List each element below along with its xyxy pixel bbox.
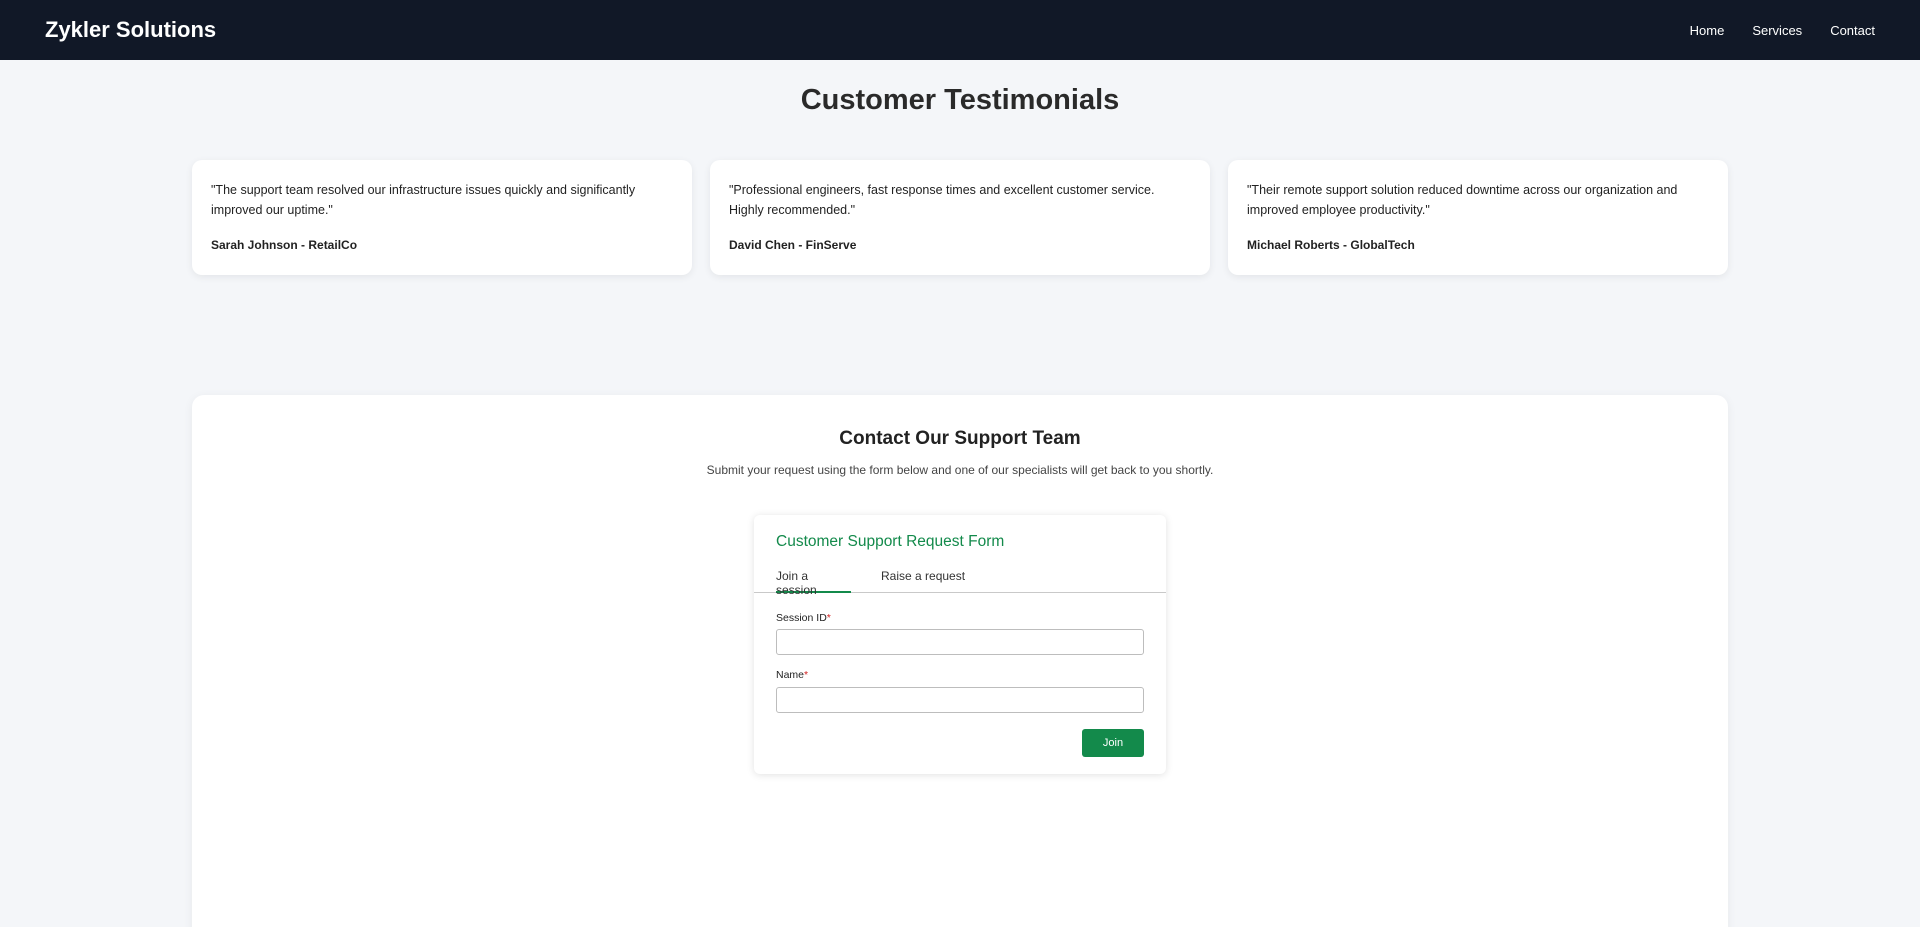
required-mark: * (804, 669, 809, 681)
testimonial-cards: "The support team resolved our infrastru… (192, 160, 1728, 275)
contact-panel: Contact Our Support Team Submit your req… (192, 395, 1728, 927)
testimonials-title: Customer Testimonials (800, 84, 1120, 116)
testimonial-author: Sarah Johnson - RetailCo (211, 238, 358, 252)
join-button[interactable]: Join (1082, 729, 1144, 757)
name-label: Name* (776, 669, 808, 681)
testimonial-quote: "Professional engineers, fast response t… (729, 183, 1155, 217)
nav-link-contact[interactable]: Contact (1830, 23, 1875, 38)
testimonial-quote: "Their remote support solution reduced d… (1247, 183, 1678, 217)
testimonial-card: "Their remote support solution reduced d… (1228, 160, 1728, 275)
support-request-form: Customer Support Request Form Join a ses… (754, 515, 1166, 774)
brand-logo-text[interactable]: Zykler Solutions (45, 17, 216, 43)
form-title: Customer Support Request Form (776, 533, 1005, 550)
name-label-text: Name (776, 669, 805, 681)
session-id-label-text: Session ID (776, 612, 827, 624)
form-tabs: Join a session Raise a request (754, 567, 1166, 597)
tab-raise-request[interactable]: Raise a request (881, 567, 965, 593)
name-input[interactable] (776, 687, 1144, 713)
contact-subtitle: Submit your request using the form below… (706, 463, 1214, 477)
testimonial-quote: "The support team resolved our infrastru… (211, 183, 636, 217)
nav-link-services[interactable]: Services (1752, 23, 1802, 38)
testimonial-card: "Professional engineers, fast response t… (710, 160, 1210, 275)
testimonial-author: David Chen - FinServe (729, 238, 857, 252)
testimonial-author: Michael Roberts - GlobalTech (1247, 238, 1415, 252)
nav-link-home[interactable]: Home (1690, 23, 1725, 38)
session-id-label: Session ID* (776, 612, 831, 624)
tab-join-session[interactable]: Join a session (776, 567, 851, 597)
testimonial-card: "The support team resolved our infrastru… (192, 160, 692, 275)
nav-links: Home Services Contact (1690, 23, 1875, 38)
top-navbar: Zykler Solutions Home Services Contact (0, 0, 1920, 60)
session-id-input[interactable] (776, 629, 1144, 655)
contact-title: Contact Our Support Team (839, 428, 1081, 449)
required-mark: * (826, 612, 831, 624)
